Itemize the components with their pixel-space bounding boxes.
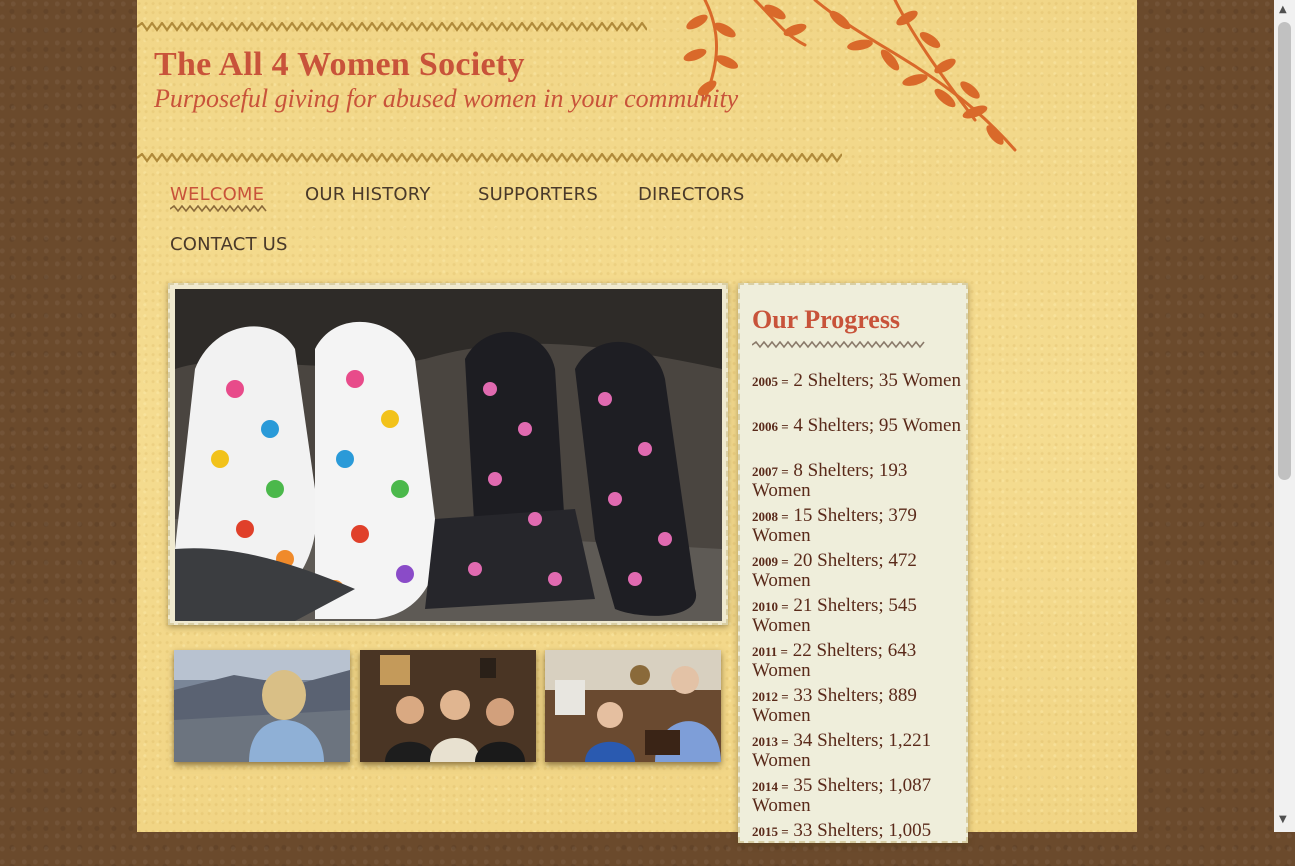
scrollbar-thumb[interactable] <box>1278 22 1291 480</box>
thumbnail-boy-grandmother[interactable] <box>545 650 721 762</box>
site-title: The All 4 Women Society <box>154 46 525 83</box>
page-container: The All 4 Women Society Purposeful givin… <box>137 0 1137 843</box>
progress-item: 2006 = 4 Shelters; 95 Women <box>752 415 961 436</box>
thumbnail-three-women[interactable] <box>360 650 536 762</box>
nav-supporters[interactable]: SUPPORTERS <box>478 184 598 205</box>
nav-welcome[interactable]: WELCOME <box>170 184 264 205</box>
header-bottom-zigzag <box>137 153 842 163</box>
scroll-down-arrow-icon[interactable]: ▼ <box>1279 814 1287 825</box>
site-tagline: Purposeful giving for abused women in yo… <box>154 84 739 113</box>
scroll-up-arrow-icon[interactable]: ▲ <box>1279 4 1287 15</box>
progress-item: 2005 = 2 Shelters; 35 Women <box>752 370 961 391</box>
progress-item: 2010 = 21 Shelters; 545 Women <box>752 595 917 636</box>
nav-directors[interactable]: DIRECTORS <box>638 184 745 205</box>
vine-decoration <box>683 0 1017 152</box>
progress-item: 2007 = 8 Shelters; 193 Women <box>752 460 908 501</box>
hero-photo-frame <box>168 283 728 625</box>
progress-item: 2014 = 35 Shelters; 1,087 Women <box>752 775 932 816</box>
progress-item: 2013 = 34 Shelters; 1,221 Women <box>752 730 932 771</box>
progress-item: 2008 = 15 Shelters; 379 Women <box>752 505 917 546</box>
header-top-zigzag <box>137 22 647 32</box>
progress-item: 2009 = 20 Shelters; 472 Women <box>752 550 917 591</box>
thumbnail-woman-mountain[interactable] <box>174 650 350 762</box>
hero-photo-rain-boots <box>175 289 722 621</box>
vertical-scrollbar[interactable]: ▲ ▼ <box>1274 0 1295 832</box>
nav-active-underline <box>170 205 267 213</box>
nav-our-history[interactable]: OUR HISTORY <box>305 184 431 205</box>
progress-item: 2015 = 33 Shelters; 1,005 <box>752 820 932 841</box>
progress-list: 2005 = 2 Shelters; 35 Women 2006 = 4 She… <box>752 371 962 866</box>
progress-item: 2011 = 22 Shelters; 643 Women <box>752 640 917 681</box>
nav-contact-us[interactable]: CONTACT US <box>170 234 288 255</box>
progress-heading: Our Progress <box>752 305 901 334</box>
progress-item: 2012 = 33 Shelters; 889 Women <box>752 685 917 726</box>
progress-panel: Our Progress 2005 = 2 Shelters; 35 Women… <box>738 283 968 843</box>
progress-heading-underline <box>752 341 925 349</box>
